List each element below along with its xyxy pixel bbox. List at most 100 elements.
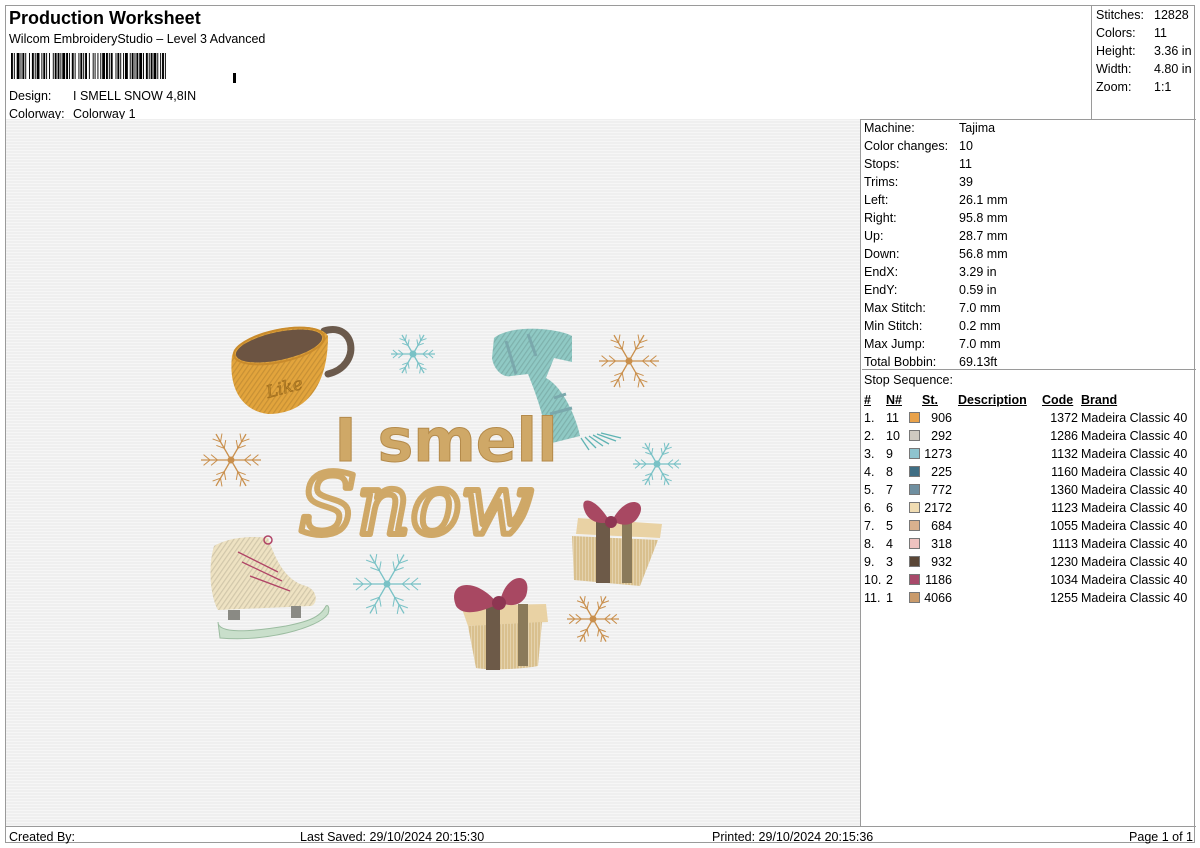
stop-sequence-header-row: # N# St. Description Code Brand — [862, 391, 1187, 409]
snowflake-icon — [567, 595, 619, 643]
summary-width: Width: 4.80 in — [1096, 62, 1192, 76]
needle-number: 3 — [886, 555, 893, 569]
machine-info-label: Up: — [864, 229, 884, 243]
machine-info-row: Stops: 11 — [864, 157, 972, 171]
info-divider — [862, 369, 1196, 370]
last-saved: Last Saved: 29/10/2024 20:15:30 — [300, 830, 485, 844]
machine-info-value: 39 — [959, 175, 973, 189]
needle-number: 4 — [886, 537, 893, 551]
thread-brand: Madeira Classic 40 — [1081, 573, 1188, 587]
summary-label: Width: — [1096, 62, 1132, 76]
stop-index: 2. — [864, 429, 875, 443]
stitch-count: 225 — [931, 465, 952, 479]
color-description — [952, 445, 1042, 463]
stop-sequence-row: 4. 8 225 1160 Madeira Classic 40 — [862, 463, 1187, 481]
snowflake-icon — [599, 334, 659, 388]
snowflake-icon — [201, 433, 261, 487]
design-value: I SMELL SNOW 4,8IN — [73, 89, 197, 103]
machine-info-label: Down: — [864, 247, 900, 261]
snowflake-icon — [633, 442, 681, 486]
stop-sequence-table: # N# St. Description Code Brand 1. 11 906 1… — [862, 391, 1187, 607]
thread-color-swatch — [909, 448, 920, 459]
worksheet-title: Production Worksheet — [9, 8, 201, 28]
machine-info-row: Right: 95.8 mm — [864, 211, 1008, 225]
lettering-line-2: Snow — [299, 456, 533, 554]
stop-index: 1. — [864, 411, 875, 425]
col-stitches-header: St. — [922, 393, 938, 407]
summary-value: 4.80 in — [1154, 62, 1192, 76]
machine-info-value: 7.0 mm — [959, 301, 1001, 315]
thread-color-swatch — [909, 412, 920, 423]
needle-number: 10 — [886, 429, 900, 443]
printed-date: Printed: 29/10/2024 20:15:36 — [712, 830, 874, 844]
machine-info-label: EndX: — [864, 265, 899, 279]
col-needle-header: N# — [886, 393, 902, 407]
summary-label: Height: — [1096, 44, 1136, 58]
thread-brand: Madeira Classic 40 — [1081, 483, 1188, 497]
summary-zoom: Zoom: 1:1 — [1096, 80, 1171, 94]
color-description — [952, 517, 1042, 535]
thread-color-swatch — [909, 520, 920, 531]
stop-sequence-row: 11. 1 4066 1255 Madeira Classic 40 — [862, 589, 1187, 607]
summary-value: 1:1 — [1154, 80, 1172, 94]
stop-index: 8. — [864, 537, 875, 551]
summary-label: Colors: — [1096, 26, 1136, 40]
machine-info-row: Total Bobbin: 69.13ft — [864, 355, 997, 369]
color-description — [952, 463, 1042, 481]
stop-index: 3. — [864, 447, 875, 461]
machine-info-label: Left: — [864, 193, 889, 207]
machine-info-row: Down: 56.8 mm — [864, 247, 1008, 261]
machine-info-value: Tajima — [959, 121, 996, 135]
color-description — [952, 553, 1042, 571]
embroidery-artwork: Like I smell Snow — [201, 326, 681, 670]
thread-code: 1132 — [1051, 447, 1078, 461]
col-description-header: Description — [958, 393, 1027, 407]
stitch-count: 932 — [931, 555, 952, 569]
thread-code: 1286 — [1050, 429, 1078, 443]
needle-number: 1 — [886, 591, 893, 605]
thread-color-swatch — [909, 484, 920, 495]
thread-brand: Madeira Classic 40 — [1081, 591, 1188, 605]
summary-label: Stitches: — [1096, 8, 1144, 22]
machine-info-row: Color changes: 10 — [864, 139, 973, 153]
stop-index: 5. — [864, 483, 875, 497]
thread-color-swatch — [909, 502, 920, 513]
stop-sequence-row: 9. 3 932 1230 Madeira Classic 40 — [862, 553, 1187, 571]
machine-info-label: Machine: — [864, 121, 915, 135]
machine-info-label: Trims: — [864, 175, 899, 189]
color-swatch — [906, 535, 922, 553]
machine-info-label: Max Jump: — [864, 337, 926, 351]
summary-stitches: Stitches: 12828 — [1096, 8, 1189, 22]
stop-sequence-row: 7. 5 684 1055 Madeira Classic 40 — [862, 517, 1187, 535]
machine-info-row: EndX: 3.29 in — [864, 265, 997, 279]
thread-color-swatch — [909, 556, 920, 567]
thread-code: 1055 — [1050, 519, 1078, 533]
needle-number: 8 — [886, 465, 893, 479]
stitch-count: 318 — [931, 537, 952, 551]
machine-info-value: 95.8 mm — [959, 211, 1008, 225]
stop-index: 7. — [864, 519, 875, 533]
snowflake-icon — [353, 553, 421, 615]
thread-color-swatch — [909, 430, 920, 441]
color-swatch — [906, 409, 922, 427]
stop-sequence-row: 8. 4 318 1113 Madeira Classic 40 — [862, 535, 1187, 553]
thread-code: 1034 — [1050, 573, 1078, 587]
stitch-count: 1273 — [924, 447, 952, 461]
color-swatch — [906, 463, 922, 481]
machine-info-value: 56.8 mm — [959, 247, 1008, 261]
color-swatch — [906, 427, 922, 445]
mug-illustration: Like — [231, 326, 355, 414]
worksheet-footer: Created By: Last Saved: 29/10/2024 20:15… — [6, 826, 1196, 844]
needle-number: 6 — [886, 501, 893, 515]
stitch-count: 292 — [931, 429, 952, 443]
machine-info-value: 28.7 mm — [959, 229, 1008, 243]
thread-code: 1372 — [1050, 411, 1078, 425]
machine-info-value: 26.1 mm — [959, 193, 1008, 207]
stop-sequence-row: 1. 11 906 1372 Madeira Classic 40 — [862, 409, 1187, 427]
gift-left-illustration — [454, 577, 548, 670]
thread-code: 1123 — [1051, 501, 1078, 515]
thread-code: 1160 — [1051, 465, 1078, 479]
color-description — [952, 409, 1042, 427]
thread-code: 1113 — [1052, 537, 1078, 551]
thread-color-swatch — [909, 592, 920, 603]
